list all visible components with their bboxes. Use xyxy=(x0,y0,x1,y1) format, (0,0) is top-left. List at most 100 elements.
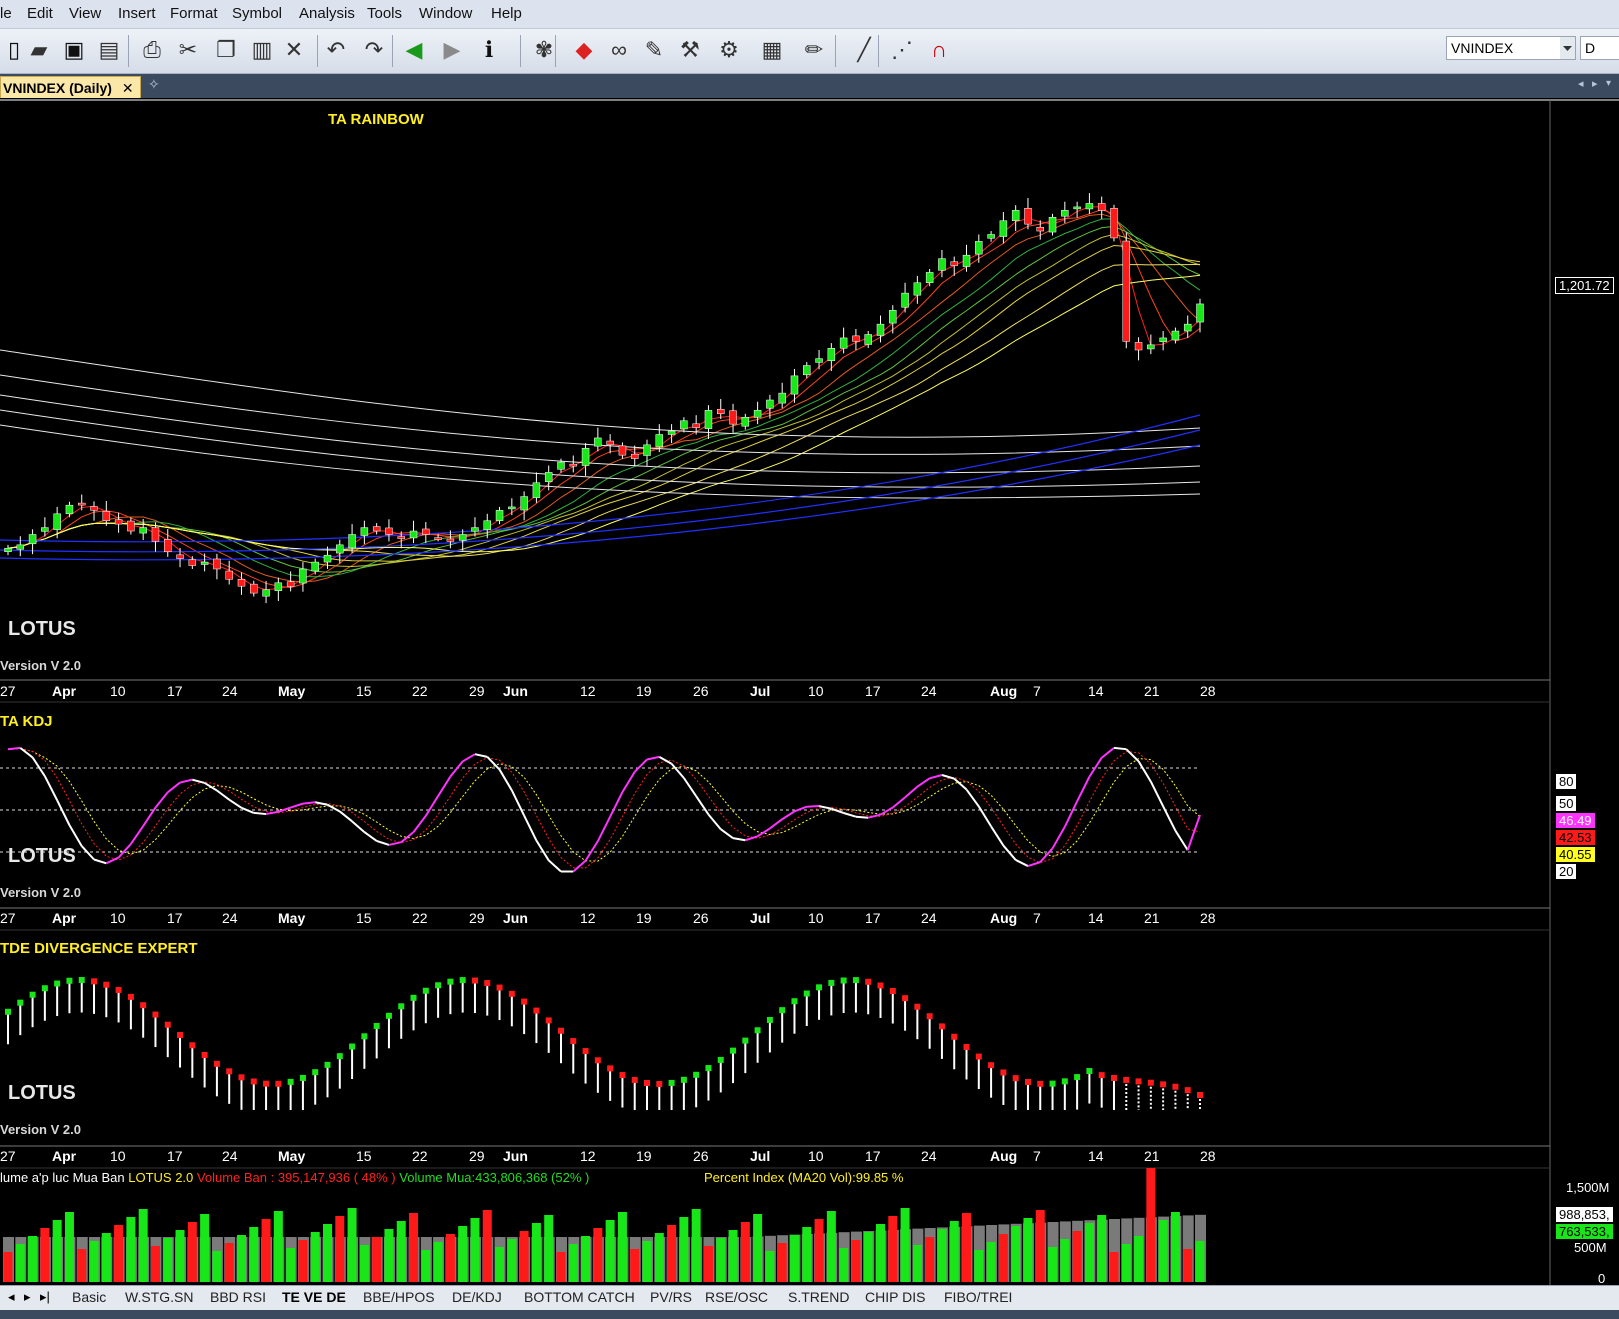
divergence-marker xyxy=(496,984,503,991)
candle-body xyxy=(409,530,418,539)
candle-body xyxy=(323,554,332,563)
volume-buy: Volume Mua:433,806,368 (52% ) xyxy=(399,1170,590,1185)
volume-bar xyxy=(89,1241,99,1282)
divergence-marker xyxy=(816,984,823,991)
volume-bar xyxy=(1183,1249,1193,1282)
divergence-marker xyxy=(1012,1075,1019,1082)
candle-body xyxy=(803,365,811,376)
candle-body xyxy=(495,510,504,521)
volume-bar xyxy=(925,1237,935,1282)
x-axis-tick: Jul xyxy=(750,683,771,699)
volume-bar xyxy=(544,1215,554,1282)
volume-bar xyxy=(863,1232,873,1282)
price-pane-title: TA RAINBOW xyxy=(328,111,424,128)
x-axis-tick: 26 xyxy=(693,1148,709,1164)
sheet-tab[interactable]: BOTTOM CATCH xyxy=(524,1289,635,1305)
candle-body xyxy=(643,444,651,456)
candle-body xyxy=(4,548,12,552)
volume-bar xyxy=(64,1212,74,1282)
sheet-tab[interactable]: BBD RSI xyxy=(210,1289,266,1305)
volume-bar xyxy=(458,1226,468,1282)
kdj-k-segment xyxy=(302,801,316,805)
kdj-k-segment xyxy=(363,831,378,842)
divergence-marker xyxy=(754,1027,761,1034)
divergence-marker xyxy=(1147,1079,1154,1086)
sheet-tab[interactable]: S.TREND xyxy=(788,1289,849,1305)
divergence-marker xyxy=(287,1078,294,1085)
divergence-marker xyxy=(803,990,810,997)
divergence-marker xyxy=(1061,1078,1068,1085)
long-ma-white xyxy=(0,349,1201,438)
volume-bar xyxy=(617,1212,627,1282)
divergence-marker xyxy=(656,1080,663,1087)
sheet-tab[interactable]: PV/RS xyxy=(650,1289,692,1305)
divergence-marker xyxy=(336,1053,343,1060)
x-axis-tick: 26 xyxy=(693,683,709,699)
sheet-tab[interactable]: BBE/HPOS xyxy=(363,1289,435,1305)
candle-body xyxy=(864,334,872,345)
candle-body xyxy=(987,234,995,239)
sheet-tab[interactable]: DE/KDJ xyxy=(452,1289,502,1305)
kdj-k-segment xyxy=(43,775,59,801)
kdj-k-segment xyxy=(253,811,267,816)
divergence-marker xyxy=(213,1060,220,1067)
candle-body xyxy=(901,292,909,308)
candle-body xyxy=(28,534,37,545)
candle-body xyxy=(938,258,946,271)
sheet-tab[interactable]: FIBO/TREI xyxy=(944,1289,1012,1305)
candle-body xyxy=(532,482,541,498)
volume-bar xyxy=(826,1211,836,1282)
candle-body xyxy=(618,445,627,456)
kdj-level-50: 50 xyxy=(1556,796,1577,811)
divergence-marker xyxy=(644,1080,651,1087)
chart-canvas[interactable] xyxy=(0,0,1619,1319)
sheet-tabs: ◂ ▸ ▸| Basic W.STG.SN BBD RSI TE VE DE BBE/H… xyxy=(0,1285,1619,1311)
divergence-marker xyxy=(410,994,417,1001)
sheet-tab[interactable]: W.STG.SN xyxy=(125,1289,193,1305)
first-sheet-icon[interactable]: ◂ xyxy=(8,1289,15,1305)
volume-bar xyxy=(753,1214,763,1282)
volume-version: LOTUS 2.0 xyxy=(128,1170,194,1185)
x-axis-tick: 19 xyxy=(636,683,652,699)
candle-body xyxy=(508,506,516,510)
last-sheet-icon[interactable]: ▸| xyxy=(40,1289,50,1305)
sheet-tab[interactable]: TE VE DE xyxy=(282,1289,346,1305)
volume-bar xyxy=(581,1236,591,1282)
divergence-marker xyxy=(619,1072,626,1079)
x-axis-tick: 17 xyxy=(167,910,183,926)
volume-bar xyxy=(531,1223,541,1282)
x-axis-tick: 28 xyxy=(1200,683,1216,699)
volume-bar xyxy=(421,1250,431,1282)
kdj-k-segment xyxy=(535,839,550,861)
kdj-k-segment xyxy=(80,845,95,861)
kdj-k-segment xyxy=(1002,844,1017,861)
kdj-k-segment xyxy=(462,753,476,763)
volume-bar xyxy=(28,1236,38,1282)
divergence-marker xyxy=(521,998,528,1005)
x-axis-tick: 10 xyxy=(110,1148,126,1164)
kdj-k-segment xyxy=(732,837,746,842)
candle-body xyxy=(815,358,823,363)
next-sheet-icon[interactable]: ▸ xyxy=(24,1289,31,1305)
kdj-k-segment xyxy=(437,776,452,797)
sheet-tab[interactable]: RSE/OSC xyxy=(705,1289,768,1305)
kdj-k-segment xyxy=(596,816,612,842)
candle-body xyxy=(348,534,356,549)
sheet-tab[interactable]: Basic xyxy=(72,1289,106,1305)
x-axis-tick: 24 xyxy=(921,1148,937,1164)
candle-body xyxy=(483,520,492,530)
candle-body xyxy=(1011,210,1020,221)
divergence-marker xyxy=(103,981,110,988)
volume-bar xyxy=(691,1209,701,1282)
candle-body xyxy=(667,430,676,435)
volume-bar xyxy=(212,1251,222,1282)
volume-bar xyxy=(15,1244,25,1282)
sheet-tab[interactable]: CHIP DIS xyxy=(865,1289,925,1305)
kdj-k-segment xyxy=(621,771,636,793)
divergence-marker xyxy=(1049,1080,1056,1087)
volume-bar xyxy=(323,1224,333,1282)
volume-bar xyxy=(347,1208,357,1282)
x-axis-tick: May xyxy=(278,683,306,699)
divergence-marker xyxy=(766,1016,773,1023)
volume-bar xyxy=(1060,1239,1070,1282)
